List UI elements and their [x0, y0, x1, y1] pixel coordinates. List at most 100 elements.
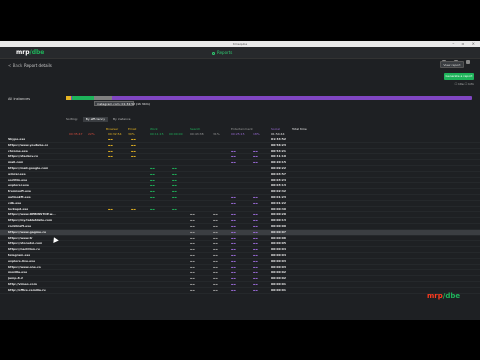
category-time-mark: ▬▬ [108, 138, 113, 141]
category-time-mark: ▬▬ [253, 155, 258, 159]
category-time-mark: ▬▬ [253, 277, 258, 281]
list-item[interactable]: http://office.camilia.ru ▬▬ ▬▬ ▬▬ ▬▬ 00:00:01 [0, 288, 480, 294]
category-time-mark: ▬▬ [172, 184, 177, 188]
column-header[interactable]: Total time [292, 127, 307, 131]
category-time-mark: ▬▬ [253, 195, 258, 199]
summary-value: 31% [213, 132, 220, 136]
summary-value: 01:54:44 [271, 132, 285, 136]
app-name: explore-live.exe [8, 258, 36, 263]
category-time-mark: ▬▬ [213, 242, 218, 246]
column-header[interactable]: Entertainment [231, 127, 253, 131]
category-time-mark: ▬▬ [253, 213, 258, 217]
category-time-mark: ▬▬ [213, 236, 218, 240]
sorting-controls: Sorting: By efficiency By instance [66, 117, 130, 122]
category-time-mark: ▬▬ [253, 201, 258, 205]
total-time: 00:09:22 [271, 165, 286, 170]
app-name: https://www.DEBINSTOP.w... [8, 212, 56, 217]
total-time: 00:00:07 [271, 229, 286, 234]
category-time-mark: ▬▬ [253, 271, 258, 275]
app-name: trennsoft.exe [8, 189, 31, 194]
category-time-mark: ▬▬ [231, 282, 236, 286]
view-report-button[interactable]: View report [440, 61, 464, 68]
app-name: https://mail.google.com [8, 165, 49, 170]
category-time-mark: ▬▬ [231, 201, 236, 205]
category-time-mark: ▬▬ [253, 253, 258, 257]
summary-value: 00:00:00 [169, 132, 183, 136]
category-time-mark: ▬▬ [213, 282, 218, 286]
category-time-mark: ▬▬ [190, 248, 195, 252]
total-time: 00:20:15 [271, 160, 286, 165]
category-time-mark: ▬▬ [213, 230, 218, 234]
category-time-mark: ▬▬ [190, 282, 195, 286]
category-time-mark: ▬▬ [213, 219, 218, 223]
category-time-mark: ▬▬ [213, 213, 218, 217]
total-time: 00:00:04 [271, 252, 286, 257]
category-time-mark: ▬▬ [253, 248, 258, 252]
total-time: 00:04:57 [271, 171, 286, 176]
category-time-mark: ▬▬ [172, 166, 177, 170]
app-name: http://office.camilia.ru [8, 287, 46, 292]
category-time-mark: ▬▬ [213, 224, 218, 228]
category-time-mark: ▬▬ [231, 248, 236, 252]
app-name: mozilla.exe [8, 270, 28, 275]
category-time-mark: ▬▬ [231, 230, 236, 234]
timeline-bar[interactable] [66, 96, 472, 100]
category-time-mark: ▬▬ [231, 236, 236, 240]
column-header[interactable]: Work [150, 127, 158, 131]
column-header[interactable]: Social [271, 127, 280, 131]
category-time-mark: ▬▬ [213, 248, 218, 252]
category-time-mark: ▬▬ [253, 242, 258, 246]
category-time-mark: ▬▬ [231, 271, 236, 275]
category-time-mark: ▬▬ [150, 195, 155, 199]
category-time-mark: ▬▬ [150, 190, 155, 194]
summary-value: 22% [88, 132, 95, 136]
total-time: 00:00:01 [271, 287, 286, 292]
total-time: 00:03:13 [271, 183, 286, 188]
column-header[interactable]: Search [190, 127, 200, 131]
app-name: outlookft.exe [8, 194, 31, 199]
category-time-mark: ▬▬ [231, 213, 236, 217]
reports-nav[interactable]: Reports [212, 49, 232, 57]
app-name: https://nachtion.ru [8, 247, 40, 252]
app-name: http://vimeo.com [8, 281, 37, 286]
category-time-mark: ▬▬ [231, 155, 236, 159]
total-time: 00:01:23 [271, 194, 286, 199]
app-name: https://my.tabletdate.com [8, 218, 53, 223]
category-time-mark: ▬▬ [231, 149, 236, 153]
column-header[interactable]: Browser [106, 127, 118, 131]
category-time-mark: ▬▬ [172, 207, 177, 211]
category-time-mark: ▬▬ [213, 259, 218, 263]
category-time-mark: ▬▬ [213, 288, 218, 292]
category-time-mark: ▬▬ [253, 230, 258, 234]
back-button[interactable]: < Back [8, 63, 22, 68]
filter-checkboxes[interactable]: ☐ Idle ☐ Info [455, 82, 474, 86]
timeline-tooltip: instagram.com: 01:34:52 (1h 34m) [94, 101, 150, 106]
reports-title: Reports [217, 50, 233, 55]
column-header[interactable]: Email [128, 127, 136, 131]
category-time-mark: ▬▬ [131, 149, 136, 153]
total-time: 00:54:21 [271, 148, 286, 153]
category-time-mark: ▬▬ [190, 288, 195, 292]
category-time-mark: ▬▬ [253, 219, 258, 223]
app-logo[interactable]: mrp/dbe [16, 49, 44, 57]
category-time-mark: ▬▬ [190, 277, 195, 281]
summary-value: 00:11:15 [150, 132, 164, 136]
sort-by-instance-tab[interactable]: By instance [113, 117, 131, 121]
sorting-label: Sorting: [66, 117, 78, 121]
category-time-mark: ▬▬ [108, 149, 113, 153]
timeline-label: All instances [8, 97, 31, 101]
category-time-mark: ▬▬ [253, 161, 258, 165]
category-time-mark: ▬▬ [190, 230, 195, 234]
summary-value: 00:35:47 [69, 132, 83, 136]
app-name: explorer.exe [8, 183, 29, 188]
sort-by-efficiency-tab[interactable]: By efficiency [82, 117, 108, 122]
watermark-logo: mrp/dbe [427, 292, 460, 300]
total-time: 00:00:49 [271, 206, 286, 211]
category-time-mark: ▬▬ [190, 271, 195, 275]
timeline-segment-work [72, 96, 94, 100]
category-time-mark: ▬▬ [108, 155, 113, 159]
generate-report-button[interactable]: Generate a report [444, 73, 474, 80]
category-time-mark: ▬▬ [231, 242, 236, 246]
category-time-mark: ▬▬ [172, 178, 177, 182]
total-time: 00:00:05 [271, 241, 286, 246]
